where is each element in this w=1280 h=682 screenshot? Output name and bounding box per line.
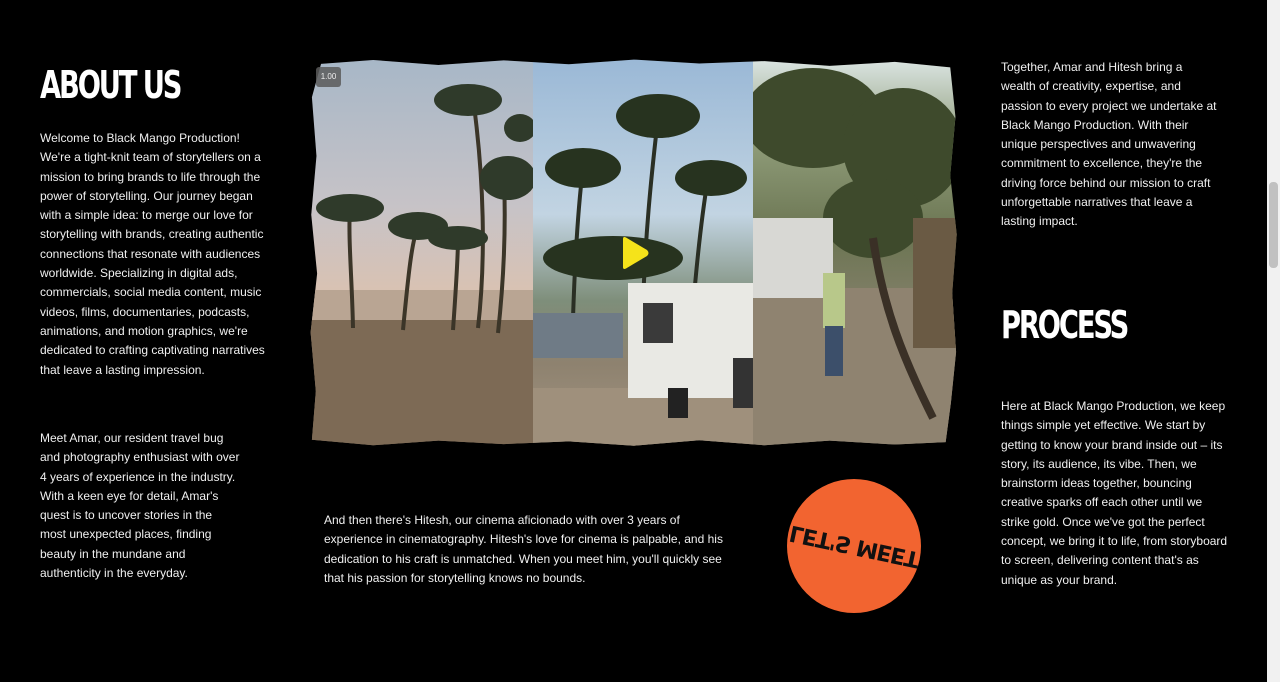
process-paragraph: Here at Black Mango Production, we keep … [1001, 399, 1228, 587]
hitesh-paragraph: And then there's Hitesh, our cinema afic… [324, 513, 723, 585]
scrollbar-thumb[interactable] [1269, 182, 1278, 268]
process-heading: PROCESS [1001, 303, 1129, 347]
about-us-heading: ABOUT US [40, 63, 183, 107]
video-frame-beach [310, 59, 533, 446]
play-icon[interactable] [620, 236, 650, 270]
lets-meet-button[interactable]: LET'S MEET [787, 479, 921, 613]
page-scrollbar[interactable] [1267, 0, 1280, 682]
video-frame-truck [753, 59, 957, 446]
lets-meet-label: LET'S MEET [787, 520, 921, 572]
about-intro-paragraph: Welcome to Black Mango Production! We're… [40, 131, 265, 377]
together-paragraph: Together, Amar and Hitesh bring a wealth… [1001, 60, 1217, 229]
version-badge: 1.00 [316, 67, 341, 87]
amar-paragraph: Meet Amar, our resident travel bug and p… [40, 431, 240, 581]
